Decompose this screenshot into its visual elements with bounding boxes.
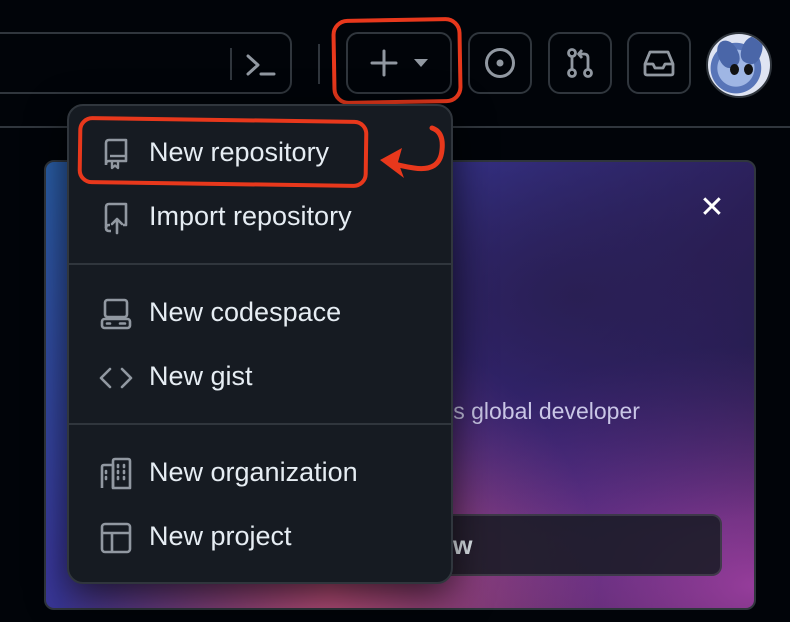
inbox-button[interactable] [627, 32, 691, 94]
menu-item-new-gist[interactable]: New gist [69, 346, 451, 406]
table-icon [99, 521, 133, 555]
annotation-highlight-new-repository [77, 115, 369, 189]
promo-button[interactable]: w [426, 514, 722, 576]
header-divider [318, 44, 320, 84]
menu-divider [69, 263, 451, 265]
code-icon [99, 361, 133, 395]
search-divider [230, 48, 232, 80]
menu-item-new-codespace[interactable]: New codespace [69, 282, 451, 342]
codespaces-icon [99, 297, 133, 331]
x-icon[interactable]: ✕ [696, 192, 728, 224]
avatar[interactable] [706, 32, 772, 98]
repo-push-icon [99, 201, 133, 235]
menu-item-label: Import repository [149, 201, 352, 231]
git-pull-request-icon [563, 46, 597, 80]
issue-opened-icon [483, 46, 517, 80]
menu-item-label: New organization [149, 457, 358, 487]
menu-item-label: New gist [149, 361, 253, 391]
inbox-icon [642, 48, 676, 78]
terminal-icon[interactable] [244, 49, 278, 81]
search-input[interactable] [0, 32, 292, 94]
menu-item-new-organization[interactable]: New organization [69, 442, 451, 502]
promo-button-label: w [453, 532, 473, 560]
menu-item-label: New codespace [149, 297, 342, 327]
issues-button[interactable] [468, 32, 532, 94]
organization-icon [99, 457, 133, 491]
menu-item-new-project[interactable]: New project [69, 506, 451, 566]
promo-text: r’s global developer [440, 398, 640, 424]
annotation-arrow [380, 125, 445, 178]
menu-item-label: New project [149, 521, 292, 551]
menu-divider [69, 423, 451, 425]
pull-requests-button[interactable] [548, 32, 612, 94]
annotation-highlight-create [331, 16, 463, 106]
